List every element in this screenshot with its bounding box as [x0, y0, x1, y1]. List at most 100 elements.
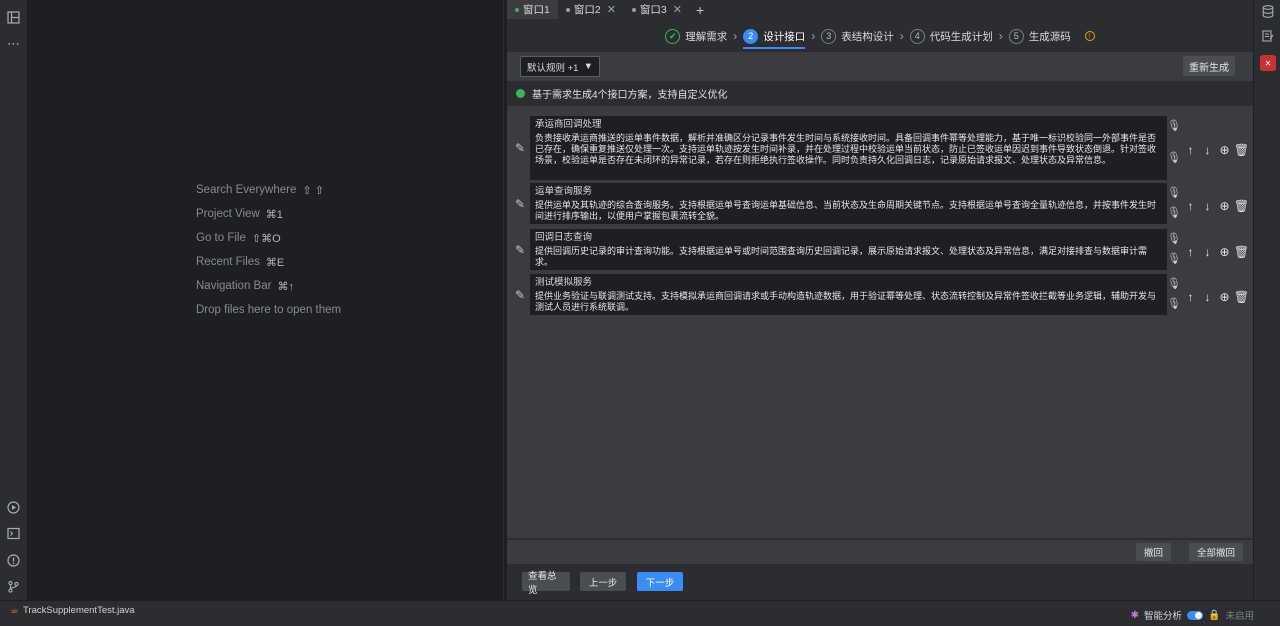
interface-description: 负责接收承运商推送的运单事件数据，解析并准确区分记录事件发生时间与系统接收时间。…: [535, 133, 1157, 165]
close-icon[interactable]: ✕: [607, 3, 616, 16]
ai-design-panel: 窗口1 窗口2 ✕ 窗口3 ✕ + ✔ 理解需求 › 2 设计接口 › 3 表结构设计 ›…: [507, 0, 1253, 600]
move-up-icon[interactable]: ↑: [1183, 142, 1198, 157]
lock-icon: 🔒: [1208, 609, 1221, 621]
step-table-design[interactable]: 3 表结构设计: [821, 23, 894, 49]
tab-window-2[interactable]: 窗口2 ✕: [558, 0, 624, 19]
previous-step-button[interactable]: 上一步: [580, 572, 626, 591]
edit-icon[interactable]: ✎: [513, 288, 527, 302]
view-overview-button[interactable]: 查看总览: [522, 571, 570, 596]
step-number: 2: [743, 28, 759, 44]
regenerate-button[interactable]: 重新生成: [1183, 56, 1235, 76]
close-icon[interactable]: ✕: [673, 3, 682, 16]
microphone-icon[interactable]: 🎙: [1167, 296, 1181, 310]
move-up-icon[interactable]: ↑: [1183, 198, 1198, 213]
delete-icon[interactable]: 🗑: [1234, 142, 1249, 157]
step-label: 代码生成计划: [929, 30, 993, 43]
step-label: 设计接口: [763, 30, 806, 43]
step-design-interface[interactable]: 2 设计接口: [743, 23, 806, 49]
notes-icon[interactable]: [1260, 28, 1276, 44]
chevron-right-icon: ›: [998, 29, 1003, 43]
move-up-icon[interactable]: ↑: [1183, 289, 1198, 304]
step-code-plan[interactable]: 4 代码生成计划: [909, 23, 993, 49]
step-generate-source[interactable]: 5 生成源码: [1008, 23, 1071, 49]
hint-drop-files: Drop files here to open them: [196, 298, 341, 322]
step-understand-requirements[interactable]: ✔ 理解需求: [665, 23, 727, 49]
add-icon[interactable]: ⊕: [1217, 142, 1232, 157]
run-icon[interactable]: [4, 498, 23, 517]
step-label: 生成源码: [1028, 30, 1071, 43]
move-down-icon[interactable]: ↓: [1200, 289, 1215, 304]
interface-card[interactable]: 测试模拟服务 提供业务验证与联调测试支持。支持模拟承运商回调请求或手动构造轨迹数…: [530, 274, 1167, 315]
current-file[interactable]: ☕ TrackSupplementTest.java: [10, 605, 135, 616]
rule-select[interactable]: 默认规则 +1 ▼: [520, 56, 600, 77]
edit-icon[interactable]: ✎: [513, 141, 527, 155]
add-icon[interactable]: ⊕: [1217, 244, 1232, 259]
item-actions: ↑ ↓ ⊕ 🗑: [1183, 289, 1250, 304]
item-actions: ↑ ↓ ⊕ 🗑: [1183, 198, 1250, 213]
project-structure-icon[interactable]: [4, 8, 23, 27]
edit-icon[interactable]: ✎: [513, 197, 527, 211]
hint-label: Drop files here to open them: [196, 304, 342, 316]
microphone-icon[interactable]: 🎙: [1167, 185, 1181, 199]
hint-search-everywhere: Search Everywhere ⇧ ⇧: [196, 178, 341, 202]
git-icon[interactable]: [4, 577, 23, 596]
hint-keys: ⇧ ⇧: [302, 184, 324, 197]
interface-card[interactable]: 运单查询服务 提供运单及其轨迹的综合查询服务。支持根据运单号查询运单基础信息、当…: [530, 183, 1167, 224]
status-dot-icon: [631, 7, 636, 12]
edit-icon[interactable]: ✎: [513, 243, 527, 257]
status-bar: ☕ TrackSupplementTest.java ✱ 智能分析 🔒 未启用: [0, 600, 1280, 626]
hint-keys: ⌘E: [265, 256, 285, 269]
terminal-icon[interactable]: [4, 524, 23, 543]
move-down-icon[interactable]: ↓: [1200, 198, 1215, 213]
hint-label: Navigation Bar: [196, 280, 272, 292]
interface-card[interactable]: 回调日志查询 提供回调历史记录的审计查询功能。支持根据运单号或时间范围查询历史回…: [530, 229, 1167, 270]
undo-bar: 撤回 全部撤回: [507, 540, 1253, 564]
tab-window-3[interactable]: 窗口3 ✕: [624, 0, 690, 19]
smart-analysis-toggle[interactable]: [1187, 610, 1204, 620]
microphone-icon[interactable]: 🎙: [1167, 205, 1181, 219]
tab-label: 窗口3: [639, 4, 667, 16]
success-icon: [516, 89, 525, 98]
hint-project-view: Project View ⌘1: [196, 202, 341, 226]
delete-icon[interactable]: 🗑: [1234, 198, 1249, 213]
move-down-icon[interactable]: ↓: [1200, 244, 1215, 259]
step-number: 4: [909, 28, 925, 44]
hint-keys: ⌘1: [265, 208, 283, 221]
ide-window: ⋯ Search Everywhere ⇧ ⇧ Project View ⌘1 Go…: [0, 0, 1280, 626]
interface-list: ✎ 承运商回调处理 负责接收承运商推送的运单事件数据，解析并准确区分记录事件发生…: [507, 106, 1253, 538]
undo-all-button[interactable]: 全部撤回: [1189, 543, 1244, 561]
caret-down-icon: ▼: [583, 61, 593, 72]
chevron-right-icon: ›: [811, 29, 816, 43]
add-icon[interactable]: ⊕: [1217, 289, 1232, 304]
add-icon[interactable]: ⊕: [1217, 198, 1232, 213]
undo-button[interactable]: 撤回: [1136, 543, 1172, 561]
tab-window-1[interactable]: 窗口1: [507, 0, 558, 19]
interface-title: 回调日志查询: [535, 232, 593, 243]
microphone-icon[interactable]: 🎙: [1167, 251, 1181, 265]
database-icon[interactable]: [1260, 3, 1276, 19]
move-up-icon[interactable]: ↑: [1183, 244, 1198, 259]
delete-icon[interactable]: 🗑: [1234, 289, 1249, 304]
status-dot-icon: [515, 7, 519, 12]
file-name: TrackSupplementTest.java: [22, 605, 135, 616]
ai-plugin-icon[interactable]: ✕: [1260, 55, 1276, 71]
move-down-icon[interactable]: ↓: [1200, 142, 1215, 157]
add-tab-icon[interactable]: +: [696, 2, 704, 18]
microphone-icon[interactable]: 🎙: [1167, 150, 1181, 164]
interface-card[interactable]: 承运商回调处理 负责接收承运商推送的运单事件数据，解析并准确区分记录事件发生时间…: [530, 116, 1167, 180]
microphone-icon[interactable]: 🎙: [1167, 231, 1181, 245]
microphone-icon[interactable]: 🎙: [1167, 276, 1181, 290]
delete-icon[interactable]: 🗑: [1234, 244, 1249, 259]
hint-label: Project View: [196, 208, 260, 220]
more-icon[interactable]: ⋯: [4, 34, 23, 53]
tab-label: 窗口2: [573, 4, 601, 16]
warning-icon[interactable]: !: [1084, 31, 1095, 41]
problems-icon[interactable]: [4, 551, 23, 570]
interface-title: 承运商回调处理: [535, 119, 602, 130]
tab-label: 窗口1: [523, 4, 550, 16]
interface-title: 运单查询服务: [535, 186, 593, 197]
microphone-icon[interactable]: 🎙: [1167, 118, 1181, 132]
status-dot-icon: [565, 7, 570, 12]
next-step-button[interactable]: 下一步: [637, 572, 683, 591]
step-label: 表结构设计: [841, 30, 894, 43]
